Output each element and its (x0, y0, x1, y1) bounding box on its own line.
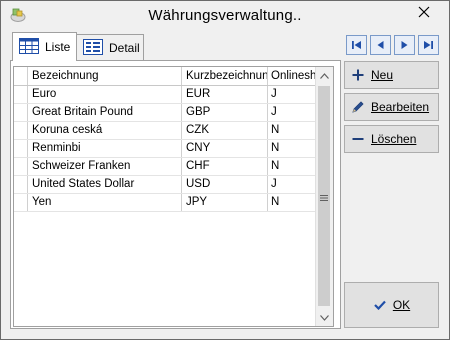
delete-button-label: Löschen (371, 132, 417, 146)
next-record-icon (401, 41, 408, 49)
cell-bezeichnung[interactable]: Yen (28, 194, 182, 211)
grip-icon (320, 191, 328, 201)
cell-kurzbezeichnung[interactable]: CNY (182, 140, 268, 157)
tab-detail-label: Detail (109, 41, 140, 55)
table-row[interactable]: Euro EUR J (14, 86, 318, 104)
cell-kurzbezeichnung[interactable]: EUR (182, 86, 268, 103)
previous-record-icon (377, 41, 384, 49)
tab-liste[interactable]: Liste (12, 32, 77, 61)
table-row[interactable]: Renminbi CNY N (14, 140, 318, 158)
cell-bezeichnung[interactable]: Schweizer Franken (28, 158, 182, 175)
currency-management-window: Währungsverwaltung.. Liste Detail Bezeic… (0, 0, 450, 340)
column-header-onlineshop[interactable]: Onlineshop (268, 67, 318, 85)
scroll-down-button[interactable] (316, 309, 333, 326)
cell-bezeichnung[interactable]: United States Dollar (28, 176, 182, 193)
cell-kurzbezeichnung[interactable]: USD (182, 176, 268, 193)
close-button[interactable] (405, 1, 443, 22)
row-indicator[interactable] (14, 104, 28, 121)
grid-header: Bezeichnung Kurzbezeichnung Onlineshop (14, 67, 318, 86)
table-row[interactable]: Koruna ceská CZK N (14, 122, 318, 140)
tab-liste-label: Liste (45, 40, 71, 54)
chevron-up-icon (320, 72, 329, 79)
table-row[interactable]: Yen JPY N (14, 194, 318, 212)
chevron-down-icon (320, 314, 329, 321)
detail-form-icon (83, 38, 103, 58)
vertical-scrollbar[interactable] (315, 67, 333, 326)
cell-kurzbezeichnung[interactable]: CZK (182, 122, 268, 139)
ok-button[interactable]: OK (344, 282, 439, 328)
grid-body: Euro EUR J Great Britain Pound GBP J Kor… (14, 86, 318, 212)
cell-bezeichnung[interactable]: Renminbi (28, 140, 182, 157)
column-header-bezeichnung[interactable]: Bezeichnung (28, 67, 182, 85)
ok-button-label: OK (392, 298, 411, 312)
new-button-label: Neu (371, 68, 394, 82)
checkmark-icon (373, 298, 387, 312)
row-indicator[interactable] (14, 140, 28, 157)
row-indicator[interactable] (14, 176, 28, 193)
table-row[interactable]: Schweizer Franken CHF N (14, 158, 318, 176)
new-button[interactable]: Neu (344, 61, 439, 89)
tab-detail[interactable]: Detail (76, 34, 144, 61)
cell-kurzbezeichnung[interactable]: JPY (182, 194, 268, 211)
title-bar: Währungsverwaltung.. (1, 1, 449, 31)
next-record-button[interactable] (394, 35, 415, 55)
last-record-button[interactable] (418, 35, 439, 55)
column-header-kurzbezeichnung[interactable]: Kurzbezeichnung (182, 67, 268, 85)
row-indicator[interactable] (14, 194, 28, 211)
cell-bezeichnung[interactable]: Koruna ceská (28, 122, 182, 139)
cell-onlineshop[interactable]: N (268, 158, 318, 175)
previous-record-button[interactable] (370, 35, 391, 55)
cell-onlineshop[interactable]: J (268, 176, 318, 193)
cell-onlineshop[interactable]: N (268, 194, 318, 211)
cell-onlineshop[interactable]: N (268, 140, 318, 157)
close-icon (418, 6, 430, 17)
delete-button[interactable]: Löschen (344, 125, 439, 153)
window-title: Währungsverwaltung.. (148, 7, 302, 24)
cell-kurzbezeichnung[interactable]: GBP (182, 104, 268, 121)
last-record-icon (424, 41, 433, 49)
cell-onlineshop[interactable]: N (268, 122, 318, 139)
cell-bezeichnung[interactable]: Great Britain Pound (28, 104, 182, 121)
cell-bezeichnung[interactable]: Euro (28, 86, 182, 103)
currency-grid[interactable]: Bezeichnung Kurzbezeichnung Onlineshop E… (13, 66, 334, 327)
table-row[interactable]: Great Britain Pound GBP J (14, 104, 318, 122)
plus-icon (351, 68, 365, 82)
table-row[interactable]: United States Dollar USD J (14, 176, 318, 194)
first-record-icon (352, 41, 361, 49)
cell-onlineshop[interactable]: J (268, 86, 318, 103)
edit-button-label: Bearbeiten (371, 100, 430, 114)
row-indicator[interactable] (14, 158, 28, 175)
grid-list-icon (19, 37, 39, 57)
pencil-icon (351, 100, 365, 114)
row-indicator[interactable] (14, 122, 28, 139)
row-indicator[interactable] (14, 86, 28, 103)
first-record-button[interactable] (346, 35, 367, 55)
cell-kurzbezeichnung[interactable]: CHF (182, 158, 268, 175)
row-indicator-header (14, 67, 28, 85)
edit-button[interactable]: Bearbeiten (344, 93, 439, 121)
minus-icon (351, 132, 365, 146)
cell-onlineshop[interactable]: J (268, 104, 318, 121)
scroll-up-button[interactable] (316, 67, 333, 84)
